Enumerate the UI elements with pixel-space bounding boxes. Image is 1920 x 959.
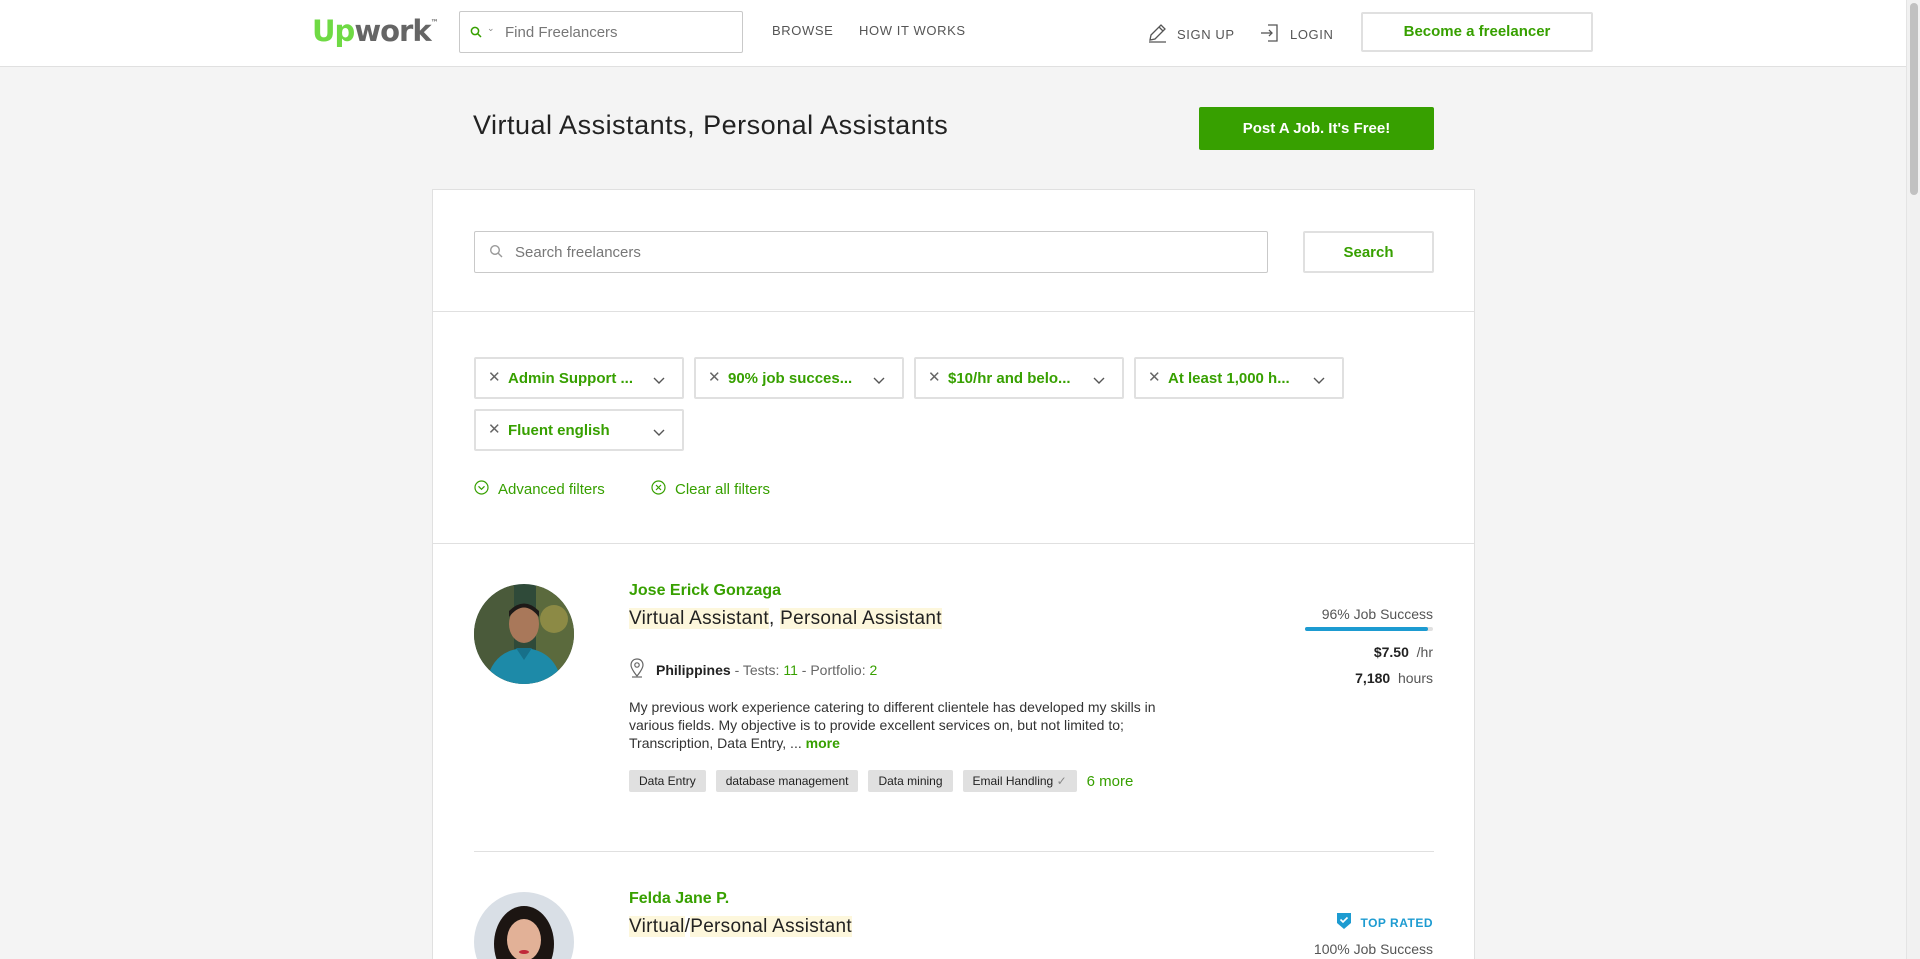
title-separator: , — [768, 608, 781, 629]
become-freelancer-button[interactable]: Become a freelancer — [1361, 12, 1593, 52]
chevron-circle-icon — [474, 480, 489, 499]
filter-chip-label: Admin Support ... — [508, 370, 633, 387]
top-header: Upwork™ ⌄ BROWSE HOW IT WORKS SIGN UP LO… — [0, 0, 1906, 67]
freelancer-meta-text: Philippines - Tests: 11 - Portfolio: 2 — [656, 662, 877, 678]
freelancer-title: Virtual Assistant, Personal Assistant — [629, 608, 942, 630]
scrollbar-thumb[interactable] — [1910, 3, 1918, 195]
chevron-down-icon — [1093, 372, 1105, 390]
find-freelancers-input[interactable] — [505, 12, 735, 52]
login-link[interactable]: LOGIN — [1259, 22, 1333, 47]
login-icon — [1259, 22, 1281, 47]
more-skills-link[interactable]: 6 more — [1087, 773, 1134, 790]
portfolio-count[interactable]: 2 — [869, 662, 877, 678]
freelancer-stats: TOP RATED 100% Job Success — [1314, 912, 1433, 957]
close-icon[interactable]: ✕ — [488, 420, 501, 438]
top-rated-badge: TOP RATED — [1314, 912, 1433, 933]
pencil-icon — [1146, 22, 1168, 47]
clear-all-filters-link[interactable]: Clear all filters — [651, 480, 770, 499]
avatar[interactable] — [474, 584, 574, 684]
filter-chip-job-success[interactable]: ✕ 90% job succes... — [694, 357, 904, 399]
chevron-down-icon — [653, 372, 665, 390]
location-pin-icon — [629, 658, 645, 681]
upwork-logo[interactable]: Upwork™ — [312, 14, 439, 48]
page-scrollbar[interactable] — [1906, 0, 1920, 959]
job-success-bar — [1305, 627, 1433, 631]
freelancer-name[interactable]: Jose Erick Gonzaga — [629, 582, 781, 600]
skill-tag[interactable]: database management — [715, 770, 859, 792]
clear-circle-icon — [651, 480, 666, 499]
filter-chip-label: At least 1,000 h... — [1168, 370, 1290, 387]
job-success-bar-fill — [1305, 627, 1428, 631]
title-highlight: Personal Assistant — [690, 916, 852, 937]
portfolio-label: - Portfolio: — [797, 661, 870, 678]
filter-chip-category[interactable]: ✕ Admin Support ... — [474, 357, 684, 399]
hourly-rate: $7.50 /hr — [1305, 644, 1433, 660]
filter-chip-english-level[interactable]: ✕ Fluent english — [474, 409, 684, 451]
search-freelancers-input[interactable] — [515, 232, 1255, 272]
hours-value: 7,180 — [1355, 670, 1391, 686]
filter-chip-hourly-rate[interactable]: ✕ $10/hr and belo... — [914, 357, 1124, 399]
filter-chip-label: Fluent english — [508, 422, 610, 439]
rate-unit: /hr — [1416, 644, 1433, 660]
nav-how-it-works[interactable]: HOW IT WORKS — [859, 23, 966, 38]
title-highlight: Virtual Assistant — [629, 608, 769, 629]
divider — [433, 311, 1474, 312]
divider — [433, 543, 1474, 544]
close-icon[interactable]: ✕ — [1148, 368, 1161, 386]
chevron-down-icon[interactable]: ⌄ — [487, 23, 495, 34]
chevron-down-icon — [653, 424, 665, 442]
divider — [474, 851, 1434, 852]
search-freelancers-field[interactable] — [474, 231, 1268, 273]
tests-count[interactable]: 11 — [783, 662, 798, 678]
login-label: LOGIN — [1290, 27, 1334, 42]
close-icon[interactable]: ✕ — [928, 368, 941, 386]
chevron-down-icon — [1313, 372, 1325, 390]
rate-value: $7.50 — [1373, 644, 1409, 660]
top-rated-icon — [1336, 912, 1352, 933]
chevron-down-icon — [873, 372, 885, 390]
freelancer-country: Philippines — [656, 661, 731, 678]
search-icon — [489, 244, 503, 263]
description-text: My previous work experience catering to … — [629, 699, 1156, 751]
skill-tag[interactable]: Data mining — [868, 770, 953, 792]
search-results-card: Search ✕ Admin Support ... ✕ 90% job suc… — [432, 189, 1475, 959]
page-title: Virtual Assistants, Personal Assistants — [473, 110, 949, 140]
job-success-text: 96% Job Success — [1321, 606, 1433, 622]
freelancer-description: My previous work experience catering to … — [629, 698, 1174, 752]
search-icon — [470, 25, 482, 43]
find-freelancers-search[interactable]: ⌄ — [459, 11, 743, 53]
hours-unit: hours — [1397, 670, 1433, 686]
signup-link[interactable]: SIGN UP — [1146, 22, 1235, 47]
advanced-filters-link[interactable]: Advanced filters — [474, 480, 605, 499]
hours-worked: 7,180 hours — [1305, 670, 1433, 686]
freelancer-stats: 96% Job Success $7.50 /hr 7,180 hours — [1305, 606, 1433, 686]
post-job-button[interactable]: Post A Job. It's Free! — [1199, 107, 1434, 150]
filter-chip-hours-billed[interactable]: ✕ At least 1,000 h... — [1134, 357, 1344, 399]
checkmark-icon: ✓ — [1056, 774, 1067, 788]
close-icon[interactable]: ✕ — [488, 368, 501, 386]
filter-chip-label: $10/hr and belo... — [948, 370, 1071, 387]
tests-label: - Tests: — [730, 661, 784, 678]
job-success-text: 100% Job Success — [1313, 941, 1433, 957]
skill-tag[interactable]: Data Entry — [629, 770, 706, 792]
nav-browse[interactable]: BROWSE — [772, 23, 833, 38]
filter-chip-label: 90% job succes... — [728, 370, 853, 387]
title-highlight: Personal Assistant — [780, 608, 942, 629]
freelancer-name[interactable]: Felda Jane P. — [629, 890, 729, 908]
title-highlight: Virtual — [629, 916, 685, 937]
close-icon[interactable]: ✕ — [708, 368, 721, 386]
avatar[interactable] — [474, 892, 574, 959]
more-link[interactable]: more — [806, 735, 840, 751]
search-button[interactable]: Search — [1303, 231, 1434, 273]
freelancer-meta: Philippines - Tests: 11 - Portfolio: 2 — [629, 658, 877, 681]
skill-tag-label: Email Handling — [972, 774, 1054, 788]
skill-tag-verified[interactable]: Email Handling ✓ — [962, 770, 1077, 792]
skill-tags: Data Entry database management Data mini… — [629, 770, 1133, 792]
freelancer-title: Virtual/Personal Assistant — [629, 916, 852, 938]
top-rated-label: TOP RATED — [1360, 915, 1433, 930]
clear-all-filters-label: Clear all filters — [675, 481, 771, 498]
advanced-filters-label: Advanced filters — [498, 481, 605, 498]
signup-label: SIGN UP — [1177, 27, 1235, 42]
